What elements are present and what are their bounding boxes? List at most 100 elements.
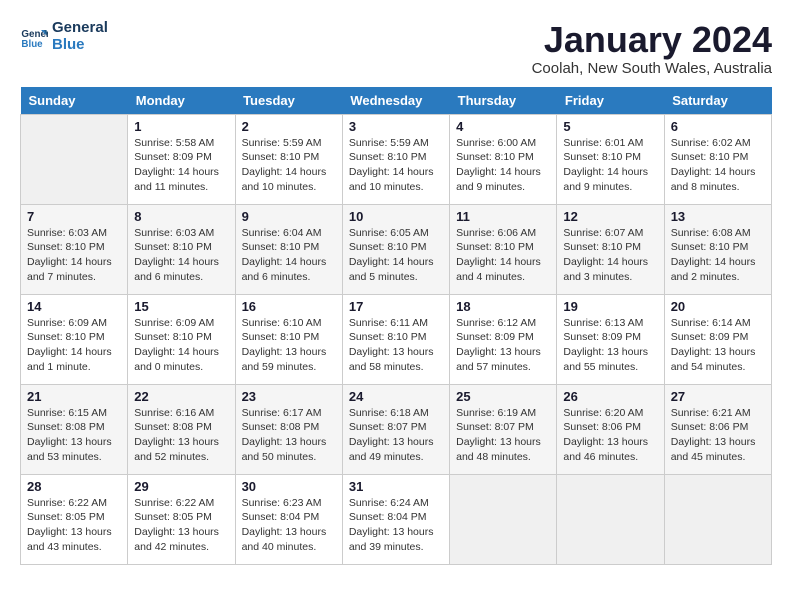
day-info: Sunrise: 6:02 AMSunset: 8:10 PMDaylight:… bbox=[671, 136, 765, 195]
calendar-cell: 14 Sunrise: 6:09 AMSunset: 8:10 PMDayligh… bbox=[21, 294, 128, 384]
day-info: Sunrise: 6:03 AMSunset: 8:10 PMDaylight:… bbox=[134, 226, 228, 285]
calendar-cell: 12 Sunrise: 6:07 AMSunset: 8:10 PMDayligh… bbox=[557, 204, 664, 294]
calendar-cell: 18 Sunrise: 6:12 AMSunset: 8:09 PMDayligh… bbox=[450, 294, 557, 384]
logo-general: General bbox=[52, 20, 108, 37]
day-info: Sunrise: 5:59 AMSunset: 8:10 PMDaylight:… bbox=[349, 136, 443, 195]
weekday-header: Sunday bbox=[21, 87, 128, 115]
day-number: 29 bbox=[134, 479, 228, 494]
title-block: January 2024 Coolah, New South Wales, Au… bbox=[532, 20, 772, 77]
day-info: Sunrise: 6:08 AMSunset: 8:10 PMDaylight:… bbox=[671, 226, 765, 285]
day-number: 8 bbox=[134, 209, 228, 224]
calendar-cell: 3Sunrise: 5:59 AMSunset: 8:10 PMDaylight… bbox=[342, 114, 449, 204]
calendar-cell: 5 Sunrise: 6:01 AMSunset: 8:10 PMDaylight… bbox=[557, 114, 664, 204]
day-number: 2 bbox=[242, 119, 336, 134]
day-number: 14 bbox=[27, 299, 121, 314]
day-number: 10 bbox=[349, 209, 443, 224]
calendar-cell: 29 Sunrise: 6:22 AMSunset: 8:05 PMDayligh… bbox=[128, 474, 235, 564]
calendar-cell: 16 Sunrise: 6:10 AMSunset: 8:10 PMDayligh… bbox=[235, 294, 342, 384]
day-number: 27 bbox=[671, 389, 765, 404]
day-info: Sunrise: 6:18 AMSunset: 8:07 PMDaylight:… bbox=[349, 406, 443, 465]
day-number: 20 bbox=[671, 299, 765, 314]
calendar-cell: 7 Sunrise: 6:03 AMSunset: 8:10 PMDaylight… bbox=[21, 204, 128, 294]
calendar-cell: 27 Sunrise: 6:21 AMSunset: 8:06 PMDayligh… bbox=[664, 384, 771, 474]
calendar-cell: 20 Sunrise: 6:14 AMSunset: 8:09 PMDayligh… bbox=[664, 294, 771, 384]
day-number: 15 bbox=[134, 299, 228, 314]
day-number: 6 bbox=[671, 119, 765, 134]
calendar-cell bbox=[450, 474, 557, 564]
weekday-header: Thursday bbox=[450, 87, 557, 115]
calendar-cell: 4 Sunrise: 6:00 AMSunset: 8:10 PMDaylight… bbox=[450, 114, 557, 204]
calendar-cell: 24Sunrise: 6:18 AMSunset: 8:07 PMDayligh… bbox=[342, 384, 449, 474]
page-header: General Blue General Blue January 2024 C… bbox=[20, 20, 772, 77]
day-info: Sunrise: 5:58 AMSunset: 8:09 PMDaylight:… bbox=[134, 136, 228, 195]
day-number: 9 bbox=[242, 209, 336, 224]
day-info: Sunrise: 6:19 AMSunset: 8:07 PMDaylight:… bbox=[456, 406, 550, 465]
calendar-cell: 19 Sunrise: 6:13 AMSunset: 8:09 PMDayligh… bbox=[557, 294, 664, 384]
day-info: Sunrise: 6:17 AMSunset: 8:08 PMDaylight:… bbox=[242, 406, 336, 465]
day-info: Sunrise: 6:22 AMSunset: 8:05 PMDaylight:… bbox=[27, 496, 121, 555]
calendar-cell: 6 Sunrise: 6:02 AMSunset: 8:10 PMDaylight… bbox=[664, 114, 771, 204]
calendar-cell: 26Sunrise: 6:20 AMSunset: 8:06 PMDayligh… bbox=[557, 384, 664, 474]
day-info: Sunrise: 6:00 AMSunset: 8:10 PMDaylight:… bbox=[456, 136, 550, 195]
calendar-cell: 10 Sunrise: 6:05 AMSunset: 8:10 PMDayligh… bbox=[342, 204, 449, 294]
day-number: 13 bbox=[671, 209, 765, 224]
day-info: Sunrise: 6:12 AMSunset: 8:09 PMDaylight:… bbox=[456, 316, 550, 375]
calendar-cell bbox=[21, 114, 128, 204]
day-number: 4 bbox=[456, 119, 550, 134]
calendar-cell: 13 Sunrise: 6:08 AMSunset: 8:10 PMDayligh… bbox=[664, 204, 771, 294]
calendar-cell bbox=[557, 474, 664, 564]
logo-icon: General Blue bbox=[20, 23, 48, 51]
day-info: Sunrise: 6:10 AMSunset: 8:10 PMDaylight:… bbox=[242, 316, 336, 375]
day-info: Sunrise: 6:23 AMSunset: 8:04 PMDaylight:… bbox=[242, 496, 336, 555]
calendar-cell: 23 Sunrise: 6:17 AMSunset: 8:08 PMDayligh… bbox=[235, 384, 342, 474]
day-info: Sunrise: 6:05 AMSunset: 8:10 PMDaylight:… bbox=[349, 226, 443, 285]
day-number: 7 bbox=[27, 209, 121, 224]
calendar-header: SundayMondayTuesdayWednesdayThursdayFrid… bbox=[21, 87, 772, 115]
weekday-header: Monday bbox=[128, 87, 235, 115]
day-info: Sunrise: 5:59 AMSunset: 8:10 PMDaylight:… bbox=[242, 136, 336, 195]
day-info: Sunrise: 6:21 AMSunset: 8:06 PMDaylight:… bbox=[671, 406, 765, 465]
calendar-week-row: 21Sunrise: 6:15 AMSunset: 8:08 PMDayligh… bbox=[21, 384, 772, 474]
calendar-table: SundayMondayTuesdayWednesdayThursdayFrid… bbox=[20, 87, 772, 565]
calendar-week-row: 7 Sunrise: 6:03 AMSunset: 8:10 PMDaylight… bbox=[21, 204, 772, 294]
day-number: 30 bbox=[242, 479, 336, 494]
day-number: 25 bbox=[456, 389, 550, 404]
day-info: Sunrise: 6:01 AMSunset: 8:10 PMDaylight:… bbox=[563, 136, 657, 195]
location: Coolah, New South Wales, Australia bbox=[532, 60, 772, 77]
day-info: Sunrise: 6:13 AMSunset: 8:09 PMDaylight:… bbox=[563, 316, 657, 375]
day-info: Sunrise: 6:14 AMSunset: 8:09 PMDaylight:… bbox=[671, 316, 765, 375]
day-number: 23 bbox=[242, 389, 336, 404]
logo-blue: Blue bbox=[52, 37, 108, 54]
day-info: Sunrise: 6:24 AMSunset: 8:04 PMDaylight:… bbox=[349, 496, 443, 555]
day-info: Sunrise: 6:09 AMSunset: 8:10 PMDaylight:… bbox=[27, 316, 121, 375]
day-info: Sunrise: 6:03 AMSunset: 8:10 PMDaylight:… bbox=[27, 226, 121, 285]
day-info: Sunrise: 6:16 AMSunset: 8:08 PMDaylight:… bbox=[134, 406, 228, 465]
calendar-cell: 1Sunrise: 5:58 AMSunset: 8:09 PMDaylight… bbox=[128, 114, 235, 204]
day-info: Sunrise: 6:22 AMSunset: 8:05 PMDaylight:… bbox=[134, 496, 228, 555]
calendar-cell: 17Sunrise: 6:11 AMSunset: 8:10 PMDayligh… bbox=[342, 294, 449, 384]
calendar-cell: 15Sunrise: 6:09 AMSunset: 8:10 PMDayligh… bbox=[128, 294, 235, 384]
day-number: 22 bbox=[134, 389, 228, 404]
day-number: 18 bbox=[456, 299, 550, 314]
weekday-header: Friday bbox=[557, 87, 664, 115]
calendar-body: 1Sunrise: 5:58 AMSunset: 8:09 PMDaylight… bbox=[21, 114, 772, 564]
weekday-header: Saturday bbox=[664, 87, 771, 115]
day-number: 28 bbox=[27, 479, 121, 494]
day-number: 31 bbox=[349, 479, 443, 494]
calendar-week-row: 1Sunrise: 5:58 AMSunset: 8:09 PMDaylight… bbox=[21, 114, 772, 204]
day-number: 16 bbox=[242, 299, 336, 314]
day-number: 12 bbox=[563, 209, 657, 224]
day-number: 26 bbox=[563, 389, 657, 404]
day-number: 5 bbox=[563, 119, 657, 134]
weekday-row: SundayMondayTuesdayWednesdayThursdayFrid… bbox=[21, 87, 772, 115]
day-number: 19 bbox=[563, 299, 657, 314]
month-title: January 2024 bbox=[532, 20, 772, 60]
calendar-week-row: 14 Sunrise: 6:09 AMSunset: 8:10 PMDayligh… bbox=[21, 294, 772, 384]
calendar-week-row: 28 Sunrise: 6:22 AMSunset: 8:05 PMDayligh… bbox=[21, 474, 772, 564]
logo: General Blue General Blue bbox=[20, 20, 108, 53]
day-info: Sunrise: 6:11 AMSunset: 8:10 PMDaylight:… bbox=[349, 316, 443, 375]
calendar-cell: 30 Sunrise: 6:23 AMSunset: 8:04 PMDayligh… bbox=[235, 474, 342, 564]
day-info: Sunrise: 6:07 AMSunset: 8:10 PMDaylight:… bbox=[563, 226, 657, 285]
day-info: Sunrise: 6:15 AMSunset: 8:08 PMDaylight:… bbox=[27, 406, 121, 465]
calendar-cell: 2 Sunrise: 5:59 AMSunset: 8:10 PMDaylight… bbox=[235, 114, 342, 204]
